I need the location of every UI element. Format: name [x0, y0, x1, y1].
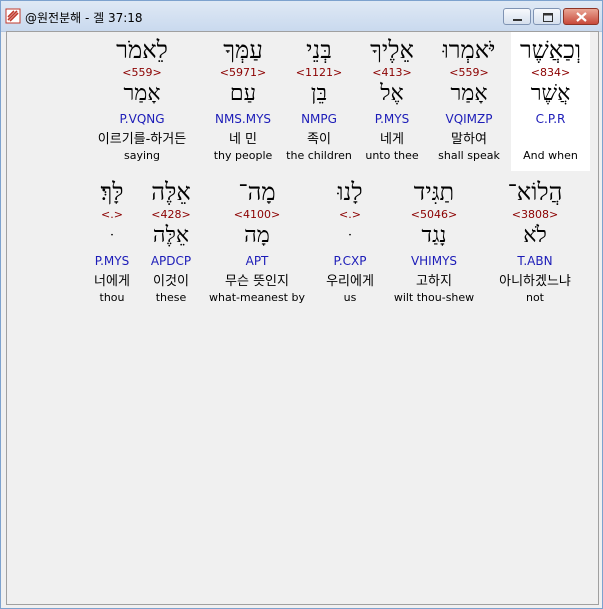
strong-number: <.> [101, 208, 123, 221]
morphology-code: NMPG [301, 112, 337, 126]
morphology-code: C.P.R [535, 112, 566, 126]
english-gloss: what-meanest by [209, 291, 305, 304]
maximize-icon [543, 13, 553, 22]
morphology-code: NMS.MYS [214, 112, 272, 126]
hebrew-root: עַם [229, 81, 257, 106]
korean-gloss: 이것이 [153, 274, 189, 289]
close-icon [576, 12, 587, 22]
word-cell[interactable]: הֲלוֹא־ <3808> לֹא T.ABN 아니하겠느냐 not [487, 174, 583, 313]
hebrew-word: וְכַאֲשֶׁר [519, 36, 582, 64]
hebrew-root: ּ [315, 222, 385, 250]
morphology-code: VHIMYS [410, 254, 458, 268]
english-gloss: And when [523, 149, 578, 162]
strong-number: <1121> [295, 66, 343, 79]
english-gloss: these [155, 291, 187, 304]
minimize-icon [513, 19, 522, 21]
word-cell[interactable]: לָּךְ׃ <.> ּ P.MYS 너에게 thou [87, 174, 137, 313]
english-gloss: saying [124, 149, 160, 162]
strong-number: <834> [530, 66, 571, 79]
hebrew-word: הֲלוֹא־ [507, 178, 563, 206]
morphology-code: APDCP [150, 254, 192, 268]
word-cell[interactable]: בְּנֵי <1121> בֵּן NMPG 족이 the children [283, 32, 355, 171]
word-cell[interactable]: תַגִּיד <5046> נָגַד VHIMYS 고하지 wilt tho… [389, 174, 479, 313]
english-gloss: thou [99, 291, 125, 304]
word-cell[interactable]: וְכַאֲשֶׁר <834> אֲשֶׁר C.P.R And when [511, 32, 590, 171]
strong-number: <559> [122, 66, 162, 79]
hebrew-word: אֵלֶּה [151, 178, 191, 206]
strong-number: <428> [151, 208, 191, 221]
hebrew-root: בֵּן [310, 81, 328, 106]
strong-number: <5971> [219, 66, 267, 79]
korean-gloss: 이르기를-하거든 [97, 132, 187, 147]
app-logo-icon [5, 8, 21, 24]
korean-gloss: 너에게 [94, 274, 130, 289]
strong-number: <4100> [233, 208, 281, 221]
strong-number: <5046> [410, 208, 458, 221]
english-gloss: the children [286, 149, 352, 162]
korean-gloss: 네게 [380, 132, 404, 147]
korean-gloss: 우리에게 [326, 274, 374, 289]
strong-number: <.> [339, 208, 361, 221]
hebrew-root: לֹא [523, 223, 547, 248]
hebrew-root: אֵלֶּה [152, 223, 190, 248]
morphology-code: VQIMZP [445, 112, 493, 126]
english-gloss: us [343, 291, 357, 304]
korean-gloss: 말하여 [451, 132, 487, 147]
maximize-button[interactable] [533, 8, 561, 25]
hebrew-root: ּ [87, 222, 137, 250]
korean-gloss: 무슨 뜻인지 [225, 274, 289, 289]
english-gloss: not [525, 291, 544, 304]
morphology-code: P.MYS [94, 254, 130, 268]
hebrew-root: אָמַר [450, 81, 488, 106]
word-cell[interactable]: לֵאמֹר <559> אָמַר P.VQNG 이르기를-하거든 sayin… [87, 32, 197, 171]
title-bar[interactable]: @원전분해 - 겔 37:18 [1, 1, 602, 32]
hebrew-word: עַמְּךָ [223, 36, 263, 64]
hebrew-root: נָגַד [421, 223, 447, 248]
hebrew-root: מָה [244, 223, 270, 248]
english-gloss: unto thee [365, 149, 419, 162]
english-gloss: shall speak [438, 149, 500, 162]
morphology-code: T.ABN [517, 254, 553, 268]
hebrew-root: אֶל [380, 81, 404, 106]
hebrew-word: לָּךְ׃ [100, 178, 124, 206]
morphology-code: P.CXP [333, 254, 367, 268]
word-analysis-panel: וְכַאֲשֶׁר <834> אֲשֶׁר C.P.R And when י… [6, 31, 599, 605]
hebrew-root: אָמַר [123, 81, 161, 106]
morphology-code: P.VQNG [119, 112, 165, 126]
korean-gloss: 족이 [307, 132, 331, 147]
hebrew-word: מָה־ [238, 178, 276, 206]
minimize-button[interactable] [503, 8, 531, 25]
english-gloss: thy people [213, 149, 273, 162]
close-button[interactable] [563, 8, 599, 25]
strong-number: <559> [449, 66, 489, 79]
morphology-code: APT [245, 254, 269, 268]
word-cell[interactable]: עַמְּךָ <5971> עַם NMS.MYS 네 민 thy peopl… [205, 32, 281, 171]
hebrew-word: יֹּאמְרוּ [442, 36, 496, 64]
strong-number: <413> [372, 66, 412, 79]
hebrew-root: אֲשֶׁר [530, 81, 571, 106]
english-gloss: wilt thou-shew [393, 291, 475, 304]
hebrew-word: לָנוּ [337, 178, 363, 206]
word-cell[interactable]: יֹּאמְרוּ <559> אָמַר VQIMZP 말하여 shall s… [429, 32, 509, 171]
morphology-code: P.MYS [374, 112, 410, 126]
app-window: @원전분해 - 겔 37:18 וְכַאֲשֶׁר <834> אֲשֶׁר … [0, 0, 603, 609]
strong-number: <3808> [511, 208, 559, 221]
hebrew-word: בְּנֵי [306, 36, 332, 64]
korean-gloss: 네 민 [228, 132, 258, 147]
hebrew-word: לֵאמֹר [116, 36, 168, 64]
window-title: @원전분해 - 겔 37:18 [25, 11, 143, 25]
word-cell[interactable]: אֵלֶּה <428> אֵלֶּה APDCP 이것이 these [143, 174, 199, 313]
korean-gloss: 아니하겠느냐 [499, 274, 571, 289]
hebrew-word: תַגִּיד [413, 178, 455, 206]
word-cell[interactable]: מָה־ <4100> מָה APT 무슨 뜻인지 what-meanest … [205, 174, 309, 313]
korean-gloss: 고하지 [416, 274, 452, 289]
hebrew-word: אֵלֶיךָ [370, 36, 414, 64]
word-cell[interactable]: לָנוּ <.> ּ P.CXP 우리에게 us [315, 174, 385, 313]
word-cell[interactable]: אֵלֶיךָ <413> אֶל P.MYS 네게 unto thee [357, 32, 427, 171]
